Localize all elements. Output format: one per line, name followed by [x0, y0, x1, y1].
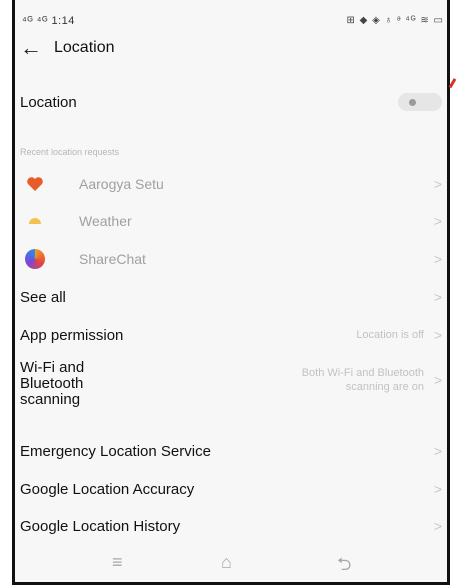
back-icon[interactable]: ⮌: [337, 552, 351, 582]
label-line: Wi-Fi and: [20, 359, 85, 376]
location-label: Location: [20, 93, 77, 111]
location-toggle-row[interactable]: Location: [20, 92, 442, 112]
app-label: Aarogya Setu: [79, 176, 164, 192]
chevron-right-icon: >: [433, 481, 442, 497]
service-label: Emergency Location Service: [20, 442, 211, 460]
value-line: Both Wi-Fi and Bluetooth: [301, 367, 424, 379]
heart-icon: [25, 174, 45, 194]
location-accuracy-row[interactable]: Google Location Accuracy >: [20, 478, 442, 500]
recent-app-row[interactable]: Aarogya Setu >: [20, 173, 442, 195]
wifi-bluetooth-row[interactable]: Wi-Fi and Bluetooth scanning Both Wi-Fi …: [20, 360, 442, 410]
status-icons: ⊞ ◆ ◈ ♁ ᵊ ⁴ᴳ ≋ ▭: [346, 15, 444, 26]
sun-icon: [25, 211, 45, 231]
app-header: ← Location: [20, 36, 115, 60]
clock: 1:14: [51, 15, 75, 27]
value-line: scanning are on: [345, 381, 424, 393]
app-permission-value: Location is off: [356, 329, 424, 341]
toggle-knob: [409, 99, 416, 106]
sharechat-icon: [25, 249, 45, 269]
page-title: Location: [54, 39, 115, 56]
label-line: Bluetooth: [20, 375, 84, 392]
status-time: ⁴ᴳ ⁴ᴳ 1:14: [22, 15, 75, 27]
recent-requests-heading: Recent location requests: [20, 147, 120, 157]
location-toggle[interactable]: [398, 93, 442, 111]
app-permission-row[interactable]: App permission Location is off >: [20, 325, 442, 345]
home-icon[interactable]: ⌂: [221, 552, 232, 573]
chevron-right-icon: >: [433, 443, 442, 459]
chevron-right-icon: >: [433, 176, 442, 192]
app-permission-label: App permission: [20, 326, 124, 344]
emergency-location-row[interactable]: Emergency Location Service >: [20, 440, 442, 462]
app-label: ShareChat: [79, 251, 146, 267]
service-label: Google Location History: [20, 517, 181, 535]
service-label: Google Location Accuracy: [20, 480, 195, 498]
chevron-right-icon: >: [433, 289, 442, 305]
app-label: Weather: [79, 213, 132, 229]
wifi-bluetooth-value: Both Wi-Fi and Bluetooth scanning are on: [302, 366, 424, 394]
recent-app-row[interactable]: ShareChat >: [20, 248, 442, 270]
chevron-right-icon: >: [433, 213, 442, 229]
navigation-bar: ≡ ⌂ ⮌: [12, 552, 448, 580]
recent-app-row[interactable]: Weather >: [20, 210, 442, 232]
status-bar: ⁴ᴳ ⁴ᴳ 1:14 ⊞ ◆ ◈ ♁ ᵊ ⁴ᴳ ≋ ▭: [12, 12, 448, 32]
chevron-right-icon: >: [433, 518, 442, 534]
see-all-row[interactable]: See all >: [20, 287, 442, 307]
wifi-bluetooth-label: Wi-Fi and Bluetooth scanning: [20, 360, 84, 408]
chevron-right-icon: >: [433, 372, 442, 388]
network-indicator: ⁴ᴳ ⁴ᴳ: [22, 15, 48, 27]
back-arrow-icon[interactable]: ←: [20, 37, 48, 59]
menu-icon[interactable]: ≡: [112, 552, 123, 573]
see-all-label: See all: [20, 288, 66, 306]
label-line: scanning: [20, 391, 81, 408]
chevron-right-icon: >: [433, 251, 442, 267]
chevron-right-icon: >: [433, 327, 442, 343]
location-history-row[interactable]: Google Location History >: [20, 515, 442, 537]
